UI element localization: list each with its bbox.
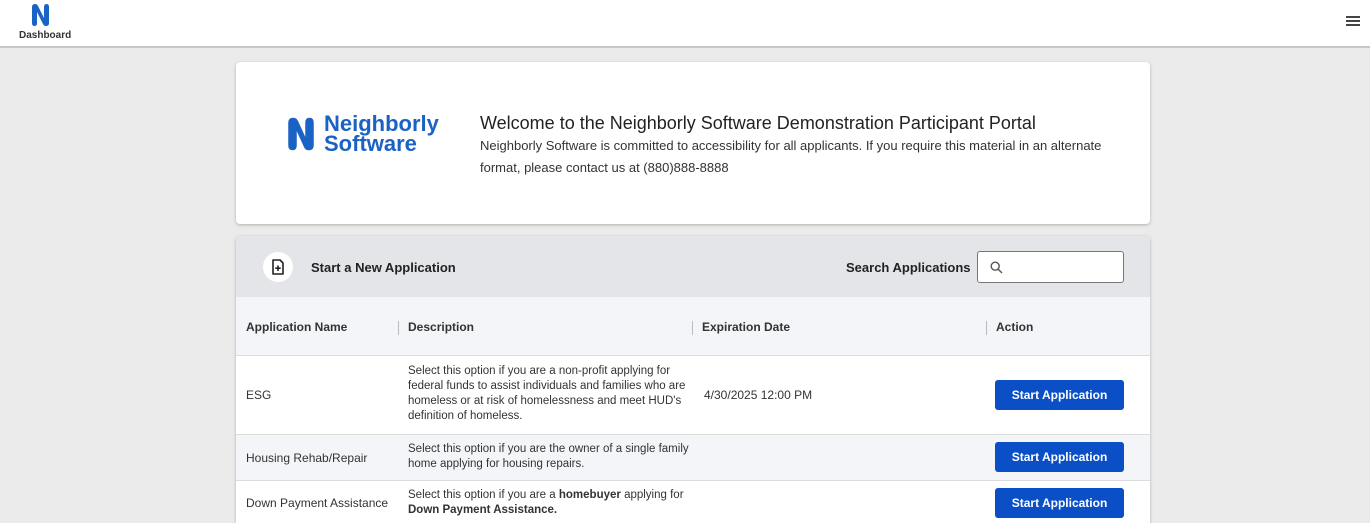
search-applications-box[interactable] <box>977 251 1124 283</box>
application-description: Select this option if you are the owner … <box>408 443 689 470</box>
start-application-button[interactable]: Start Application <box>995 442 1124 472</box>
hamburger-menu-icon[interactable] <box>1346 16 1360 28</box>
application-name: ESG <box>246 388 272 402</box>
application-description: Select this option if you are a non-prof… <box>408 365 686 422</box>
start-new-application-button[interactable]: Start a New Application <box>263 252 456 282</box>
description-bold-text: Down Payment Assistance. <box>408 504 558 516</box>
logo-word-2: Software <box>324 131 417 156</box>
dashboard-link[interactable]: Dashboard <box>13 3 72 41</box>
description-text: Select this option if you are a <box>408 489 559 501</box>
application-name: Housing Rehab/Repair <box>246 451 368 465</box>
column-description: Description <box>408 320 475 334</box>
description-bold-text: homebuyer <box>558 489 621 501</box>
column-application-name: Application Name <box>246 320 348 334</box>
table-row: Housing Rehab/Repair Select this option … <box>236 435 1150 481</box>
description-text: applying for <box>620 489 684 501</box>
dashboard-label: Dashboard <box>19 30 72 41</box>
applications-panel: Start a New Application Search Applicati… <box>236 236 1150 523</box>
table-row: ESG Select this option if you are a non-… <box>236 356 1150 435</box>
search-icon <box>990 261 1003 274</box>
table-header: Application Name Description Expiration … <box>236 297 1150 356</box>
column-action: Action <box>996 320 1034 334</box>
add-document-icon <box>263 252 293 282</box>
neighborly-logo-mark-icon <box>288 117 314 151</box>
column-divider <box>986 321 987 335</box>
welcome-title: Welcome to the Neighborly Software Demon… <box>480 113 1036 133</box>
column-expiration-date: Expiration Date <box>702 320 791 334</box>
applications-toolbar: Start a New Application Search Applicati… <box>236 236 1150 297</box>
start-application-button[interactable]: Start Application <box>995 488 1124 518</box>
neighborly-software-logo: Neighborly Software <box>284 113 439 156</box>
application-name: Down Payment Assistance <box>246 496 389 510</box>
start-new-application-label: Start a New Application <box>311 259 456 275</box>
welcome-card: Neighborly Software Welcome to the Neigh… <box>236 62 1150 224</box>
top-navigation-bar: Dashboard <box>0 0 1370 48</box>
column-divider <box>398 321 399 335</box>
accessibility-notice: Neighborly Software is committed to acce… <box>480 138 1102 175</box>
expiration-date: 4/30/2025 12:00 PM <box>704 388 813 402</box>
neighborly-logo-icon <box>32 4 49 26</box>
start-application-button[interactable]: Start Application <box>995 380 1124 410</box>
search-applications-label: Search Applications <box>846 260 971 275</box>
application-description: Select this option if you are a homebuye… <box>408 488 698 518</box>
column-divider <box>692 321 693 335</box>
search-applications-input[interactable] <box>1012 256 1118 278</box>
table-row: Down Payment Assistance Select this opti… <box>236 481 1150 523</box>
